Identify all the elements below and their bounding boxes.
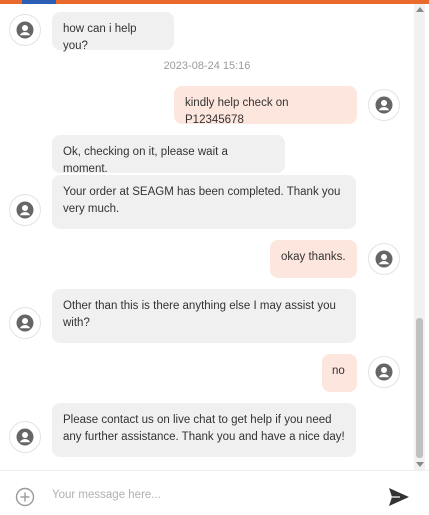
scroll-up-arrow-icon[interactable]: [416, 7, 424, 12]
outgoing-message: no: [322, 354, 357, 392]
scrollbar-thumb[interactable]: [416, 318, 423, 458]
message-composer: [0, 470, 429, 515]
user-avatar-icon: [368, 243, 400, 275]
scroll-down-arrow-icon[interactable]: [416, 462, 424, 467]
agent-avatar-icon: [9, 14, 41, 46]
outgoing-message: kindly help check on P12345678: [174, 86, 357, 126]
incoming-message: how can i help you?: [52, 12, 174, 52]
agent-avatar-icon: [9, 194, 41, 226]
user-avatar-icon: [368, 356, 400, 388]
chat-message-list: how can i help you? 2023-08-24 15:16 kin…: [0, 4, 414, 470]
message-input[interactable]: [50, 481, 374, 509]
agent-avatar-icon: [9, 307, 41, 339]
outgoing-message: okay thanks.: [270, 240, 357, 278]
message-timestamp: 2023-08-24 15:16: [163, 60, 251, 72]
incoming-message: Please contact us on live chat to get he…: [52, 403, 356, 457]
plus-circle-icon[interactable]: [15, 487, 35, 512]
chat-scrollbar[interactable]: [414, 4, 425, 470]
incoming-message: Your order at SEAGM has been completed. …: [52, 175, 356, 229]
agent-avatar-icon: [9, 421, 41, 453]
send-icon[interactable]: [388, 487, 410, 512]
incoming-message: Other than this is there anything else I…: [52, 289, 356, 343]
incoming-message: Ok, checking on it, please wait a moment…: [52, 135, 285, 175]
user-avatar-icon: [368, 89, 400, 121]
